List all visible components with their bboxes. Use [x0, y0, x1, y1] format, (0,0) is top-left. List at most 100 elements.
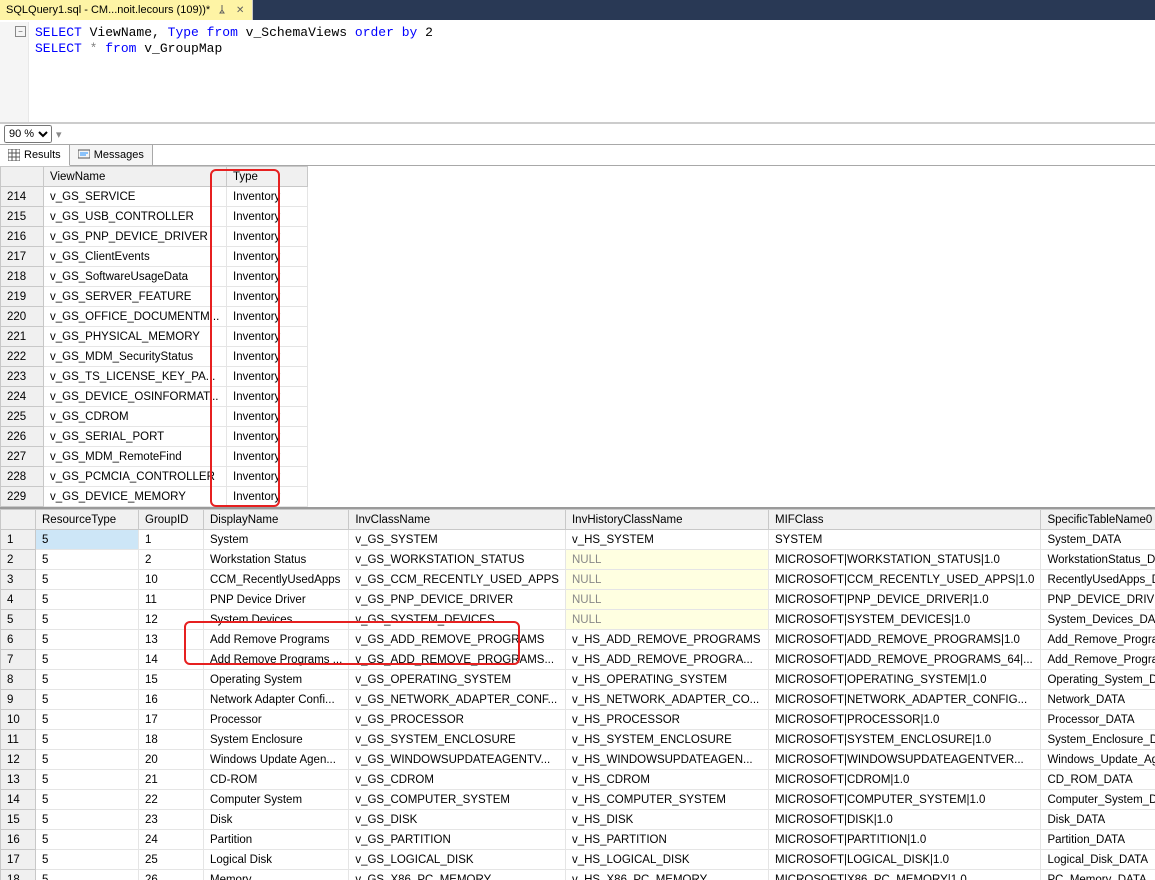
column-header[interactable]: [1, 510, 36, 530]
row-number[interactable]: 220: [1, 307, 44, 327]
cell-mifclass[interactable]: MICROSOFT|OPERATING_SYSTEM|1.0: [768, 670, 1040, 690]
table-row[interactable]: 12520Windows Update Agen...v_GS_WINDOWSU…: [1, 750, 1155, 770]
cell-invhistoryclassname[interactable]: v_HS_OPERATING_SYSTEM: [565, 670, 768, 690]
cell-displayname[interactable]: Disk: [204, 810, 349, 830]
table-row[interactable]: 8515Operating Systemv_GS_OPERATING_SYSTE…: [1, 670, 1155, 690]
cell-invclassname[interactable]: v_GS_DISK: [349, 810, 566, 830]
cell-displayname[interactable]: Memory: [204, 870, 349, 880]
row-number[interactable]: 15: [1, 810, 36, 830]
cell-groupid[interactable]: 22: [139, 790, 204, 810]
cell-type[interactable]: Inventory: [227, 367, 308, 387]
cell-invclassname[interactable]: v_GS_SYSTEM_DEVICES: [349, 610, 566, 630]
cell-invclassname[interactable]: v_GS_OPERATING_SYSTEM: [349, 670, 566, 690]
cell-viewname[interactable]: v_GS_MDM_RemoteFind: [44, 447, 227, 467]
cell-viewname[interactable]: v_GS_USB_CONTROLLER: [44, 207, 227, 227]
table-row[interactable]: 224v_GS_DEVICE_OSINFORMAT...Inventory: [1, 387, 308, 407]
results-grid-1[interactable]: ViewNameType214v_GS_SERVICEInventory215v…: [0, 166, 1155, 509]
row-number[interactable]: 217: [1, 247, 44, 267]
cell-invclassname[interactable]: v_GS_WORKSTATION_STATUS: [349, 550, 566, 570]
cell-resourcetype[interactable]: 5: [36, 770, 139, 790]
column-header[interactable]: ResourceType: [36, 510, 139, 530]
row-number[interactable]: 214: [1, 187, 44, 207]
cell-specifictablename[interactable]: Partition_DATA: [1041, 830, 1155, 850]
cell-invclassname[interactable]: v_GS_X86_PC_MEMORY: [349, 870, 566, 880]
cell-specifictablename[interactable]: RecentlyUsedApps_DATA: [1041, 570, 1155, 590]
cell-viewname[interactable]: v_GS_SERVER_FEATURE: [44, 287, 227, 307]
cell-displayname[interactable]: Partition: [204, 830, 349, 850]
cell-groupid[interactable]: 2: [139, 550, 204, 570]
table-row[interactable]: 15523Diskv_GS_DISKv_HS_DISKMICROSOFT|DIS…: [1, 810, 1155, 830]
cell-specifictablename[interactable]: Network_DATA: [1041, 690, 1155, 710]
cell-specifictablename[interactable]: Add_Remove_Programs_DATA: [1041, 630, 1155, 650]
table-row[interactable]: 218v_GS_SoftwareUsageDataInventory: [1, 267, 308, 287]
cell-type[interactable]: Inventory: [227, 267, 308, 287]
cell-specifictablename[interactable]: Disk_DATA: [1041, 810, 1155, 830]
cell-viewname[interactable]: v_GS_DEVICE_OSINFORMAT...: [44, 387, 227, 407]
cell-mifclass[interactable]: MICROSOFT|PROCESSOR|1.0: [768, 710, 1040, 730]
cell-invhistoryclassname[interactable]: v_HS_LOGICAL_DISK: [565, 850, 768, 870]
cell-displayname[interactable]: Windows Update Agen...: [204, 750, 349, 770]
tab-messages[interactable]: Messages: [70, 145, 153, 165]
cell-mifclass[interactable]: MICROSOFT|CDROM|1.0: [768, 770, 1040, 790]
table-row[interactable]: 13521CD-ROMv_GS_CDROMv_HS_CDROMMICROSOFT…: [1, 770, 1155, 790]
cell-groupid[interactable]: 13: [139, 630, 204, 650]
cell-type[interactable]: Inventory: [227, 327, 308, 347]
table-row[interactable]: 219v_GS_SERVER_FEATUREInventory: [1, 287, 308, 307]
table-row[interactable]: 228v_GS_PCMCIA_CONTROLLERInventory: [1, 467, 308, 487]
cell-invclassname[interactable]: v_GS_NETWORK_ADAPTER_CONF...: [349, 690, 566, 710]
cell-viewname[interactable]: v_GS_SoftwareUsageData: [44, 267, 227, 287]
row-number[interactable]: 221: [1, 327, 44, 347]
cell-resourcetype[interactable]: 5: [36, 810, 139, 830]
cell-groupid[interactable]: 15: [139, 670, 204, 690]
cell-specifictablename[interactable]: Add_Remove_Programs_64_...: [1041, 650, 1155, 670]
row-number[interactable]: 2: [1, 550, 36, 570]
cell-specifictablename[interactable]: System_Devices_DATA: [1041, 610, 1155, 630]
cell-invclassname[interactable]: v_GS_SYSTEM: [349, 530, 566, 550]
cell-type[interactable]: Inventory: [227, 227, 308, 247]
table-row[interactable]: 9516Network Adapter Confi...v_GS_NETWORK…: [1, 690, 1155, 710]
table-row[interactable]: 229v_GS_DEVICE_MEMORYInventory: [1, 487, 308, 507]
table-row[interactable]: 7514Add Remove Programs ...v_GS_ADD_REMO…: [1, 650, 1155, 670]
row-number[interactable]: 227: [1, 447, 44, 467]
cell-mifclass[interactable]: MICROSOFT|NETWORK_ADAPTER_CONFIG...: [768, 690, 1040, 710]
row-number[interactable]: 1: [1, 530, 36, 550]
cell-displayname[interactable]: Network Adapter Confi...: [204, 690, 349, 710]
cell-groupid[interactable]: 18: [139, 730, 204, 750]
editor-code[interactable]: SELECT ViewName, Type from v_SchemaViews…: [29, 22, 439, 122]
cell-groupid[interactable]: 20: [139, 750, 204, 770]
zoom-dropdown-icon[interactable]: ▾: [56, 128, 62, 141]
cell-mifclass[interactable]: MICROSOFT|ADD_REMOVE_PROGRAMS_64|...: [768, 650, 1040, 670]
cell-type[interactable]: Inventory: [227, 387, 308, 407]
row-number[interactable]: 223: [1, 367, 44, 387]
cell-resourcetype[interactable]: 5: [36, 570, 139, 590]
table-row[interactable]: 10517Processorv_GS_PROCESSORv_HS_PROCESS…: [1, 710, 1155, 730]
row-number[interactable]: 9: [1, 690, 36, 710]
table-row[interactable]: 3510CCM_RecentlyUsedAppsv_GS_CCM_RECENTL…: [1, 570, 1155, 590]
close-icon[interactable]: ✕: [234, 4, 246, 16]
cell-displayname[interactable]: System Enclosure: [204, 730, 349, 750]
cell-mifclass[interactable]: MICROSOFT|SYSTEM_ENCLOSURE|1.0: [768, 730, 1040, 750]
cell-type[interactable]: Inventory: [227, 447, 308, 467]
cell-displayname[interactable]: CD-ROM: [204, 770, 349, 790]
cell-mifclass[interactable]: MICROSOFT|WINDOWSUPDATEAGENTVER...: [768, 750, 1040, 770]
cell-mifclass[interactable]: MICROSOFT|PNP_DEVICE_DRIVER|1.0: [768, 590, 1040, 610]
cell-specifictablename[interactable]: Processor_DATA: [1041, 710, 1155, 730]
cell-groupid[interactable]: 12: [139, 610, 204, 630]
cell-type[interactable]: Inventory: [227, 347, 308, 367]
row-number[interactable]: 222: [1, 347, 44, 367]
table-row[interactable]: 221v_GS_PHYSICAL_MEMORYInventory: [1, 327, 308, 347]
column-header[interactable]: [1, 167, 44, 187]
cell-resourcetype[interactable]: 5: [36, 590, 139, 610]
column-header[interactable]: InvClassName: [349, 510, 566, 530]
row-number[interactable]: 229: [1, 487, 44, 507]
cell-invclassname[interactable]: v_GS_ADD_REMOVE_PROGRAMS...: [349, 650, 566, 670]
table-row[interactable]: 16524Partitionv_GS_PARTITIONv_HS_PARTITI…: [1, 830, 1155, 850]
cell-resourcetype[interactable]: 5: [36, 870, 139, 880]
table-row[interactable]: 18526Memoryv_GS_X86_PC_MEMORYv_HS_X86_PC…: [1, 870, 1155, 880]
row-number[interactable]: 4: [1, 590, 36, 610]
column-header[interactable]: DisplayName: [204, 510, 349, 530]
cell-resourcetype[interactable]: 5: [36, 710, 139, 730]
cell-viewname[interactable]: v_GS_PHYSICAL_MEMORY: [44, 327, 227, 347]
cell-viewname[interactable]: v_GS_SERVICE: [44, 187, 227, 207]
cell-specifictablename[interactable]: System_Enclosure_DATA: [1041, 730, 1155, 750]
